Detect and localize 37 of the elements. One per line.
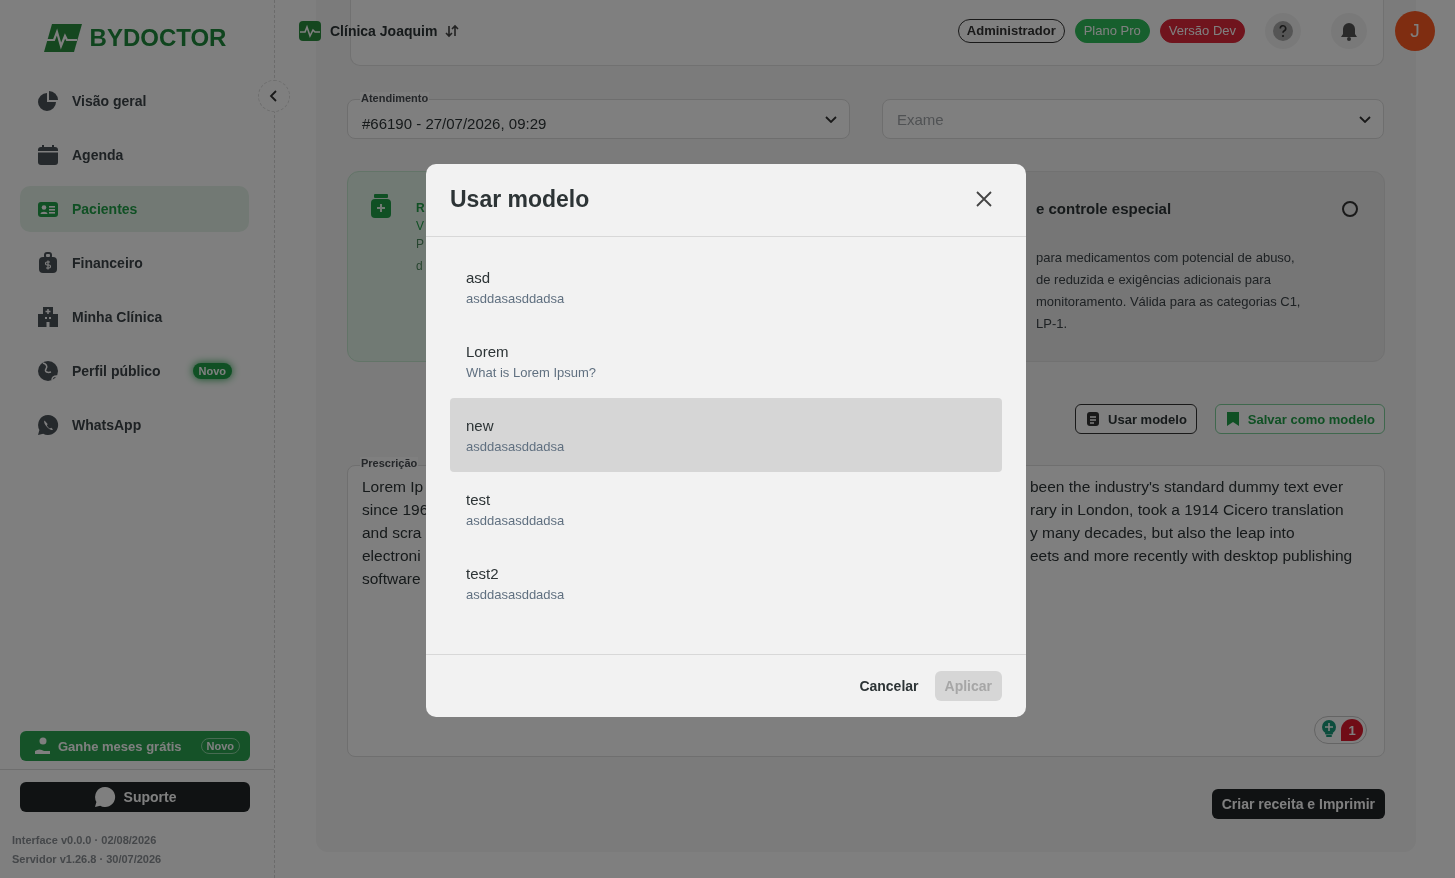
new-badge: Novo	[192, 363, 232, 379]
card-text: para medicamentos com potencial de abuso,	[1036, 249, 1296, 267]
template-description: asddasasddadsa	[466, 290, 566, 306]
prescription-text: been the industry's standard dummy text ever	[1030, 477, 1344, 497]
template-name: new	[466, 416, 495, 434]
template-description: asddasasddadsa	[466, 438, 566, 454]
status-badge: Versão Dev	[1159, 19, 1245, 43]
card-subtitle: V	[416, 219, 424, 233]
prescription-text: rary in London, took a 1914 Cicero translation	[1030, 500, 1344, 520]
modal-title: Usar modelo	[450, 185, 590, 213]
template-description: asddasasddadsa	[466, 586, 566, 602]
prescription-text: electroni	[362, 546, 421, 566]
template-description: What is Lorem Ipsum?	[466, 364, 598, 380]
card-text: d	[416, 258, 423, 275]
card-text: LP-1.	[1036, 315, 1069, 333]
logo-text: BYDOCTOR	[89, 24, 227, 52]
card-title: e controle especial	[1036, 200, 1172, 217]
card-text: de reduzida e exigências adicionais para	[1036, 271, 1272, 289]
prescription-text: y many decades, but also the leap into	[1030, 523, 1295, 543]
template-name: test2	[466, 564, 500, 582]
template-name: Lorem	[466, 342, 510, 360]
template-description: asddasasddadsa	[466, 512, 566, 528]
prescription-text: and scra	[362, 523, 422, 543]
prescription-text: eets and more recently with desktop publishing	[1030, 546, 1353, 566]
card-text: monitoramento. Válida para as categorias C1,	[1036, 293, 1301, 311]
field-label: Prescrição	[360, 457, 419, 469]
template-name: test	[466, 490, 492, 508]
status-badge: Plano Pro	[1074, 19, 1150, 43]
card-text: P	[416, 236, 424, 253]
prescription-text: Lorem Ip	[362, 477, 424, 497]
field-label: Atendimento	[360, 92, 430, 104]
count-badge: 1	[1341, 719, 1363, 741]
version-text: Servidor v1.26.8 · 30/07/2026	[12, 852, 163, 867]
prescription-text: software	[362, 569, 421, 589]
card-title: R	[416, 201, 425, 215]
template-name: asd	[466, 268, 492, 286]
version-text: Interface v0.0.0 · 02/08/2026	[12, 833, 158, 848]
